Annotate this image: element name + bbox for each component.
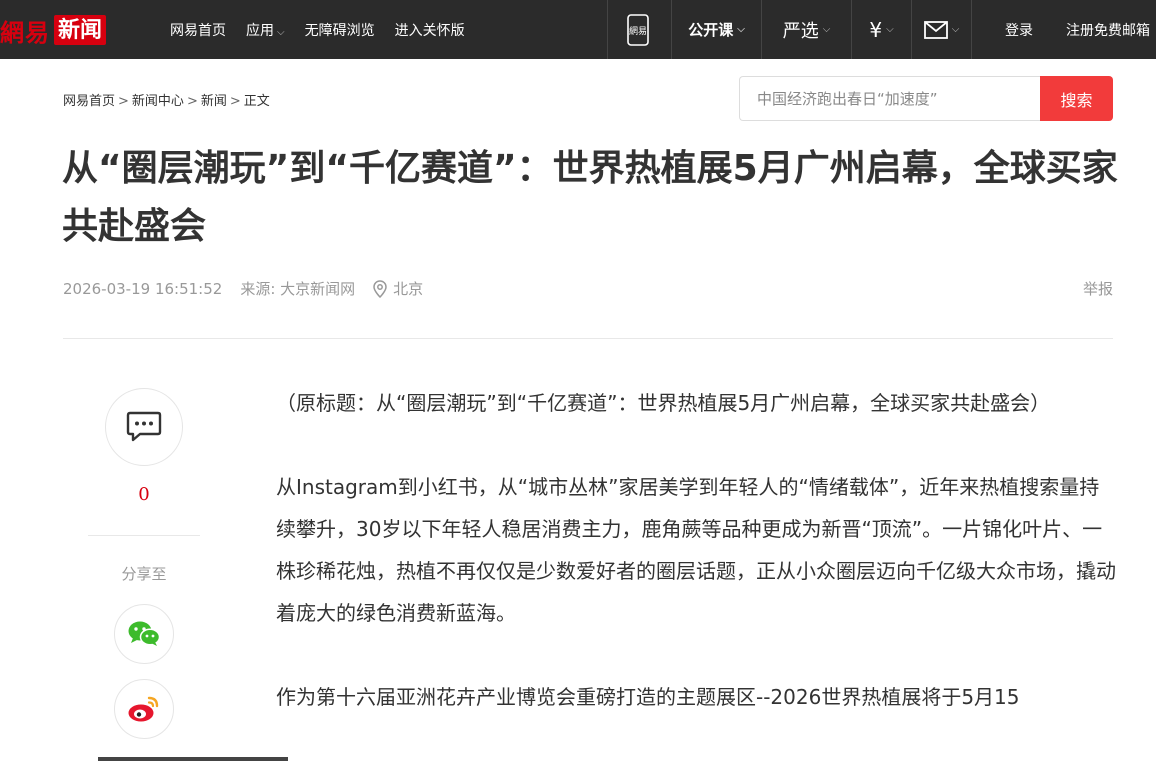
article-body: （原标题：从“圈层潮玩”到“千亿赛道”：世界热植展5月广州启幕，全球买家共赴盛会…	[276, 382, 1116, 760]
mail-menu[interactable]: ⌵	[911, 0, 971, 59]
chevron-down-icon: ⌵	[737, 24, 745, 35]
nav-accessible-browse[interactable]: 无障碍浏览	[305, 20, 375, 40]
weibo-icon	[128, 696, 159, 722]
article-meta: 2026-03-19 16:51:52 来源: 大京新闻网 北京	[63, 278, 423, 299]
mobile-app-button[interactable]: 網易	[607, 0, 671, 59]
wechat-icon	[128, 621, 161, 646]
nav-netease-home[interactable]: 网易首页	[170, 20, 226, 40]
top-nav-links: 网易首页 应用 ⌵ 无障碍浏览 进入关怀版	[170, 0, 485, 59]
top-right-menu: 網易 公开课 ⌵ 严选 ⌵ ¥ ⌵ ⌵ 登录 注册免费邮箱	[607, 0, 1156, 59]
search-box: 搜索	[739, 76, 1113, 121]
search-button[interactable]: 搜索	[1040, 76, 1113, 121]
article-paragraph: 作为第十六届亚洲花卉产业博览会重磅打造的主题展区--2026世界热植展将于5月1…	[276, 685, 1020, 709]
open-course-label: 公开课	[688, 21, 734, 39]
comment-icon	[126, 411, 162, 442]
phone-icon-label: 網易	[628, 25, 646, 37]
breadcrumb-current: 正文	[243, 94, 270, 109]
yen-icon: ¥	[869, 17, 883, 42]
article-paragraph: 从Instagram到小红书，从“城市丛林”家居美学到年轻人的“情绪载体”，近年…	[276, 475, 1116, 625]
payment-menu[interactable]: ¥ ⌵	[851, 0, 911, 59]
top-navigation-bar: 網易 新闻 网易首页 应用 ⌵ 无障碍浏览 进入关怀版 網易 公开课 ⌵ 严选 ⌵…	[0, 0, 1156, 59]
register-email-link[interactable]: 注册免费邮箱	[1066, 0, 1156, 59]
location-pin-icon	[373, 279, 387, 298]
breadcrumb-separator: >	[118, 94, 129, 109]
share-label: 分享至	[121, 565, 167, 583]
article-paragraph: （原标题：从“圈层潮玩”到“千亿赛道”：世界热植展5月广州启幕，全球买家共赴盛会…	[276, 391, 1051, 415]
breadcrumb-home[interactable]: 网易首页	[63, 94, 115, 109]
netease-news-logo[interactable]: 網易 新闻	[0, 14, 107, 47]
article-title: 从“圈层潮玩”到“千亿赛道”：世界热植展5月广州启幕，全球买家共赴盛会	[62, 148, 1118, 247]
publish-datetime: 2026-03-19 16:51:52	[63, 279, 223, 298]
article-location: 北京	[373, 278, 423, 299]
nav-apps-label: 应用	[246, 22, 274, 39]
share-weibo-button[interactable]	[114, 679, 174, 739]
search-input[interactable]	[739, 76, 1040, 121]
breadcrumb-separator: >	[186, 94, 198, 109]
yanxuan-menu[interactable]: 严选 ⌵	[761, 0, 851, 59]
article-source[interactable]: 来源: 大京新闻网	[240, 278, 355, 299]
comment-button[interactable]	[105, 388, 183, 466]
logo-text-news: 新闻	[54, 15, 107, 45]
breadcrumb-news[interactable]: 新闻	[201, 94, 227, 109]
location-text: 北京	[393, 280, 424, 298]
logo-text-netease: 網易	[0, 17, 50, 47]
chevron-down-icon: ⌵	[822, 24, 831, 35]
header-divider	[63, 338, 1113, 339]
nav-apps[interactable]: 应用 ⌵	[246, 20, 285, 40]
chevron-down-icon: ⌵	[886, 24, 894, 35]
breadcrumb-news-center[interactable]: 新闻中心	[132, 94, 184, 109]
bottom-scroll-indicator	[98, 757, 288, 761]
breadcrumb-separator: >	[229, 94, 241, 109]
share-divider	[88, 535, 200, 536]
chevron-down-icon: ⌵	[277, 26, 285, 38]
comment-count[interactable]: 0	[105, 484, 183, 505]
chevron-down-icon: ⌵	[951, 24, 960, 35]
open-course-menu[interactable]: 公开课 ⌵	[671, 0, 761, 59]
breadcrumb: 网易首页 > 新闻中心 > 新闻 > 正文	[63, 90, 270, 109]
yanxuan-label: 严选	[782, 20, 819, 42]
login-link[interactable]: 登录	[971, 0, 1066, 59]
share-wechat-button[interactable]	[114, 604, 174, 664]
nav-care-mode[interactable]: 进入关怀版	[395, 20, 465, 40]
phone-icon: 網易	[626, 13, 649, 46]
report-link[interactable]: 举报	[1083, 278, 1113, 299]
mail-icon	[923, 20, 948, 39]
